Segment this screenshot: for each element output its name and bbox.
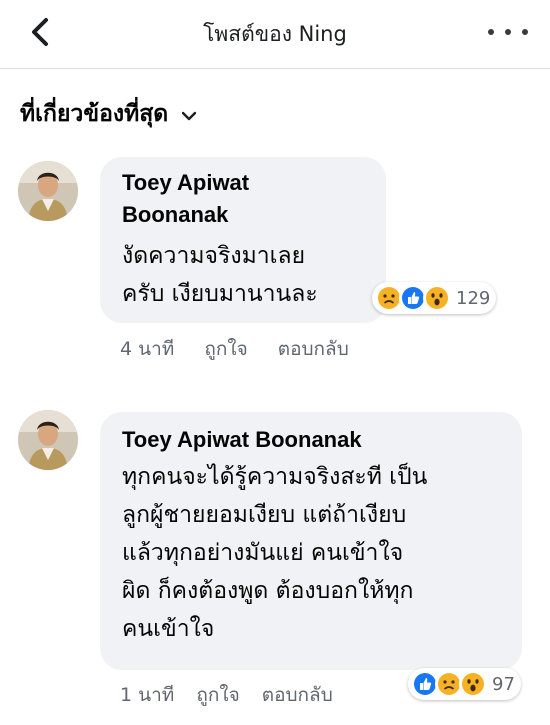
- comment-filter-label: ที่เกี่ยวข้องที่สุด: [20, 101, 169, 127]
- comment-author[interactable]: Toey Apiwat Boonanak: [122, 424, 362, 456]
- reaction-summary[interactable]: 129: [372, 282, 497, 314]
- like-comment-button[interactable]: ถูกใจ: [204, 334, 247, 364]
- more-options-button[interactable]: [488, 18, 528, 46]
- comment-author[interactable]: Toey Apiwat: [122, 167, 249, 199]
- comment-text: งัดความจริงมาเลย: [122, 243, 306, 269]
- reaction-count: 97: [492, 673, 515, 695]
- comment-meta: 4 นาที ถูกใจ ตอบกลับ: [120, 334, 349, 364]
- avatar-photo: [18, 410, 78, 470]
- avatar-photo: [18, 161, 78, 221]
- comment-text: ผิด ก็คงต้องพูด ต้องบอกให้ทุก: [122, 578, 414, 604]
- wow-reaction-icon: [423, 284, 451, 312]
- avatar[interactable]: [18, 161, 78, 221]
- top-bar: โพสต์ของ Ning: [0, 0, 550, 69]
- comment-timestamp[interactable]: 1 นาที: [120, 680, 174, 710]
- reply-comment-button[interactable]: ตอบกลับ: [278, 334, 349, 364]
- reaction-summary[interactable]: 97: [408, 668, 521, 700]
- comment-filter-dropdown[interactable]: ที่เกี่ยวข้องที่สุด: [20, 96, 197, 132]
- comment-text: ทุกคนจะได้รู้ความจริงสะที เป็น: [122, 464, 428, 490]
- page-title: โพสต์ของ Ning: [203, 22, 347, 46]
- chevron-down-icon: [182, 111, 197, 121]
- more-dot-icon: [522, 29, 528, 35]
- reaction-count: 129: [456, 287, 491, 309]
- avatar[interactable]: [18, 410, 78, 470]
- comment-bubble[interactable]: Toey Apiwat Boonanak ทุกคนจะได้รู้ความจร…: [100, 412, 522, 670]
- like-comment-button[interactable]: ถูกใจ: [196, 680, 239, 710]
- wow-reaction-icon: [459, 670, 487, 698]
- comment-text: ลูกผู้ชายยอมเงียบ แต่ถ้าเงียบ: [122, 502, 407, 528]
- more-dot-icon: [505, 29, 511, 35]
- comment-author[interactable]: Boonanak: [122, 199, 249, 231]
- reply-comment-button[interactable]: ตอบกลับ: [262, 680, 333, 710]
- more-dot-icon: [488, 29, 494, 35]
- comment-text: ครับ เงียบมานานละ: [122, 281, 318, 307]
- comment-text: แล้วทุกอย่างมันแย่ คนเข้าใจ: [122, 540, 404, 566]
- comment-meta: 1 นาที ถูกใจ ตอบกลับ: [120, 680, 333, 710]
- comment-timestamp[interactable]: 4 นาที: [120, 334, 174, 364]
- comment-bubble[interactable]: Toey Apiwat Boonanak งัดความจริงมาเลย คร…: [100, 157, 386, 323]
- comment-text: คนเข้าใจ: [122, 616, 215, 642]
